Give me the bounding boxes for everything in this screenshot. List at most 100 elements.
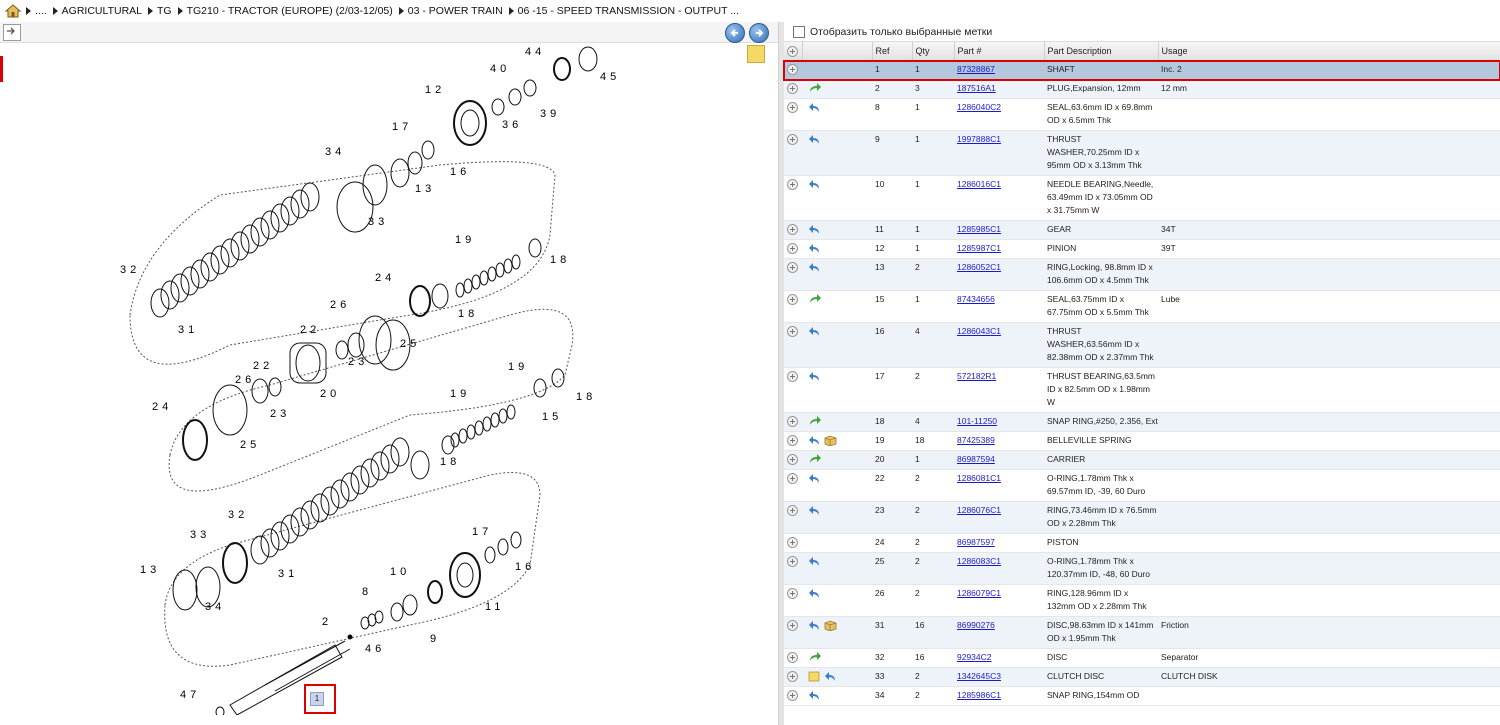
diagram-callout[interactable]: 18 (550, 254, 570, 266)
table-row[interactable]: 2 3 187516A1 PLUG,Expansion, 12mm 12 mm (784, 79, 1500, 99)
part-number-link[interactable]: 92934C2 (957, 652, 992, 662)
diagram-callout[interactable]: 22 (300, 324, 320, 336)
header-expand[interactable] (784, 42, 803, 61)
diagram-callout[interactable]: 25 (400, 338, 420, 350)
part-number-link[interactable]: 86987597 (957, 537, 995, 547)
green-arrow-icon[interactable] (808, 652, 821, 663)
diagram-callout[interactable]: 32 (120, 264, 140, 276)
row-expand[interactable] (784, 60, 802, 80)
diagram-callout[interactable]: 22 (253, 360, 273, 372)
diagram-callout[interactable]: 24 (375, 272, 395, 284)
green-arrow-icon[interactable] (808, 454, 821, 465)
breadcrumb-item[interactable]: 03 - POWER TRAIN (398, 5, 503, 17)
row-expand[interactable] (784, 98, 802, 131)
diagram-callout[interactable]: 8 (362, 586, 372, 598)
table-row[interactable]: 12 1 1285987C1 PINION 39T (784, 239, 1500, 259)
expand-plus-icon[interactable] (787, 179, 798, 191)
table-row[interactable]: 10 1 1286016C1 NEEDLE BEARING,Needle, 63.49… (784, 175, 1500, 221)
table-row[interactable]: 22 2 1286081C1 O-RING,1.78mm Thk x 69.57mm … (784, 469, 1500, 502)
blue-arrow-icon[interactable] (808, 435, 821, 446)
expand-plus-icon[interactable] (787, 435, 798, 447)
table-row[interactable]: 31 16 86990276 DISC,98.63mm ID x 141mm OD x… (784, 616, 1500, 649)
part-number-link[interactable]: 1286043C1 (957, 326, 1001, 336)
header-ref[interactable]: Ref (872, 42, 913, 61)
diagram-callout[interactable]: 31 (178, 324, 198, 336)
row-expand[interactable] (784, 258, 802, 291)
row-expand[interactable] (784, 220, 802, 240)
expand-plus-icon[interactable] (787, 588, 798, 600)
diagram-callout[interactable]: 40 (490, 63, 510, 75)
box-icon[interactable] (824, 435, 837, 447)
table-row[interactable]: 32 16 92934C2 DISC Separator (784, 648, 1500, 668)
prev-arrow-icon[interactable] (725, 23, 745, 43)
part-number-link[interactable]: 87328867 (957, 64, 995, 74)
filter-checkbox[interactable] (793, 25, 805, 38)
expand-plus-icon[interactable] (787, 64, 798, 76)
diagram-callout[interactable]: 31 (278, 568, 298, 580)
blue-arrow-icon[interactable] (808, 556, 821, 567)
diagram-callout[interactable]: 34 (325, 146, 345, 158)
diagram-callout[interactable]: 13 (140, 564, 160, 576)
header-part[interactable]: Part # (954, 42, 1045, 61)
part-number-link[interactable]: 1286079C1 (957, 588, 1001, 598)
expand-plus-icon[interactable] (787, 690, 798, 702)
part-number-link[interactable]: 1997888C1 (957, 134, 1001, 144)
diagram-callout[interactable]: 20 (320, 388, 340, 400)
table-row[interactable]: 26 2 1286079C1 RING,128.96mm ID x 132mm OD … (784, 584, 1500, 617)
row-expand[interactable] (784, 79, 802, 99)
header-qty[interactable]: Qty (912, 42, 955, 61)
diagram-callout[interactable]: 26 (235, 374, 255, 386)
selected-callout-label[interactable]: 1 (310, 692, 324, 706)
row-expand[interactable] (784, 686, 802, 706)
table-row[interactable]: 25 2 1286083C1 O-RING,1.78mm Thk x 120.37mm… (784, 552, 1500, 585)
part-number-link[interactable]: 1286016C1 (957, 179, 1001, 189)
table-row[interactable]: 9 1 1997888C1 THRUST WASHER,70.25mm ID x 95… (784, 130, 1500, 176)
part-number-link[interactable]: 1285985C1 (957, 224, 1001, 234)
part-number-link[interactable]: 1285987C1 (957, 243, 1001, 253)
diagram-callout[interactable]: 17 (472, 526, 492, 538)
part-number-link[interactable]: 1286040C2 (957, 102, 1001, 112)
diagram-callout[interactable]: 18 (440, 456, 460, 468)
breadcrumb-item[interactable]: TG210 - TRACTOR (EUROPE) (2/03-12/05) (177, 5, 393, 17)
part-number-link[interactable]: 101-11250 (957, 416, 997, 426)
blue-arrow-icon[interactable] (808, 620, 821, 631)
diagram-callout[interactable]: 17 (392, 121, 412, 133)
table-row[interactable]: 8 1 1286040C2 SEAL,63.6mm ID x 69.8mm OD x … (784, 98, 1500, 131)
diagram-callout[interactable]: 39 (540, 108, 560, 120)
diagram-callout[interactable]: 12 (425, 84, 445, 96)
expand-plus-icon[interactable] (787, 652, 798, 664)
row-expand[interactable] (784, 450, 802, 470)
blue-arrow-icon[interactable] (808, 134, 821, 145)
part-number-link[interactable]: 1286052C1 (957, 262, 1001, 272)
row-expand[interactable] (784, 175, 802, 221)
table-row[interactable]: 33 2 1342645C3 CLUTCH DISC CLUTCH DISK (784, 667, 1500, 687)
expand-plus-icon[interactable] (787, 262, 798, 274)
diagram-callout[interactable]: 18 (576, 391, 596, 403)
table-row[interactable]: 19 18 87425389 BELLEVILLE SPRING (784, 431, 1500, 451)
expand-plus-icon[interactable] (787, 294, 798, 306)
table-row[interactable]: 34 2 1285986C1 SNAP RING,154mm OD (784, 686, 1500, 706)
blue-arrow-icon[interactable] (808, 371, 821, 382)
expand-plus-icon[interactable] (787, 556, 798, 568)
diagram-callout[interactable]: 26 (330, 299, 350, 311)
row-expand[interactable] (784, 239, 802, 259)
blue-arrow-icon[interactable] (808, 690, 821, 701)
row-expand[interactable] (784, 412, 802, 432)
diagram-callout[interactable]: 33 (368, 216, 388, 228)
blue-arrow-icon[interactable] (824, 671, 837, 682)
row-expand[interactable] (784, 648, 802, 668)
expand-plus-icon[interactable] (787, 243, 798, 255)
note-icon[interactable] (808, 671, 821, 682)
row-expand[interactable] (784, 552, 802, 585)
breadcrumb-item[interactable]: .... (26, 5, 47, 17)
expand-icon[interactable] (3, 24, 21, 41)
diagram-callout[interactable]: 16 (515, 561, 535, 573)
diagram-callout[interactable]: 18 (458, 308, 478, 320)
row-expand[interactable] (784, 616, 802, 649)
diagram-callout[interactable]: 47 (180, 689, 200, 701)
part-number-link[interactable]: 187516A1 (957, 83, 996, 93)
diagram-callout[interactable]: 19 (450, 388, 470, 400)
diagram-callout[interactable]: 44 (525, 46, 545, 58)
blue-arrow-icon[interactable] (808, 102, 821, 113)
row-expand[interactable] (784, 431, 802, 451)
